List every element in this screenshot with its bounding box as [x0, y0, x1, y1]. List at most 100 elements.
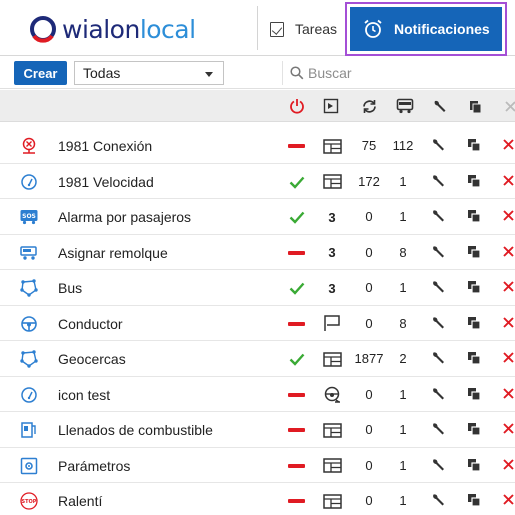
tab-tareas[interactable]: Tareas [270, 17, 337, 41]
edit-wrench-icon[interactable] [431, 209, 445, 223]
search-placeholder: Buscar [308, 65, 352, 81]
flag-icon [322, 315, 342, 333]
edit-wrench-icon[interactable] [431, 280, 445, 294]
delete-icon[interactable] [502, 280, 515, 294]
edit-wrench-icon[interactable] [431, 422, 445, 436]
delete-icon[interactable] [502, 458, 515, 472]
notification-row[interactable]: SOS Alarma por pasajeros 3 0 1 [0, 199, 515, 235]
refresh-icon[interactable] [360, 97, 378, 115]
notification-name[interactable]: Bus [58, 280, 82, 296]
delete-icon[interactable] [502, 138, 515, 152]
tab-notificaciones[interactable]: Notificaciones [345, 2, 507, 56]
copy-icon[interactable] [467, 174, 481, 188]
type-column-icon[interactable] [322, 97, 340, 115]
wrench-icon[interactable] [430, 97, 448, 115]
delete-all-icon[interactable] [501, 97, 515, 115]
disabled-dash-icon[interactable] [288, 386, 306, 404]
tab-notificaciones-active[interactable]: Notificaciones [350, 7, 502, 51]
type-count: 3 [328, 209, 336, 225]
filter-select[interactable]: Todas [74, 61, 224, 85]
disabled-dash-icon[interactable] [288, 492, 306, 510]
vehicle-icon[interactable] [396, 97, 414, 115]
delete-icon[interactable] [502, 493, 515, 507]
delete-icon[interactable] [502, 245, 515, 259]
copy-icon[interactable] [467, 138, 481, 152]
copy-icon[interactable] [467, 245, 481, 259]
notification-row[interactable]: Bus 3 0 1 [0, 270, 515, 306]
edit-wrench-icon[interactable] [431, 174, 445, 188]
delete-icon[interactable] [502, 174, 515, 188]
notification-row[interactable]: Asignar remolque 3 0 8 [0, 235, 515, 270]
delete-icon[interactable] [502, 316, 515, 330]
trigger-count: 0 [365, 244, 373, 260]
svg-text:STOP: STOP [22, 499, 37, 505]
enabled-check-icon[interactable] [288, 279, 306, 297]
notification-name[interactable]: Ralentí [58, 493, 102, 509]
speedometer-icon [20, 386, 38, 404]
copy-icon[interactable] [467, 387, 481, 401]
notification-name[interactable]: Alarma por pasajeros [58, 209, 191, 225]
copy-icon[interactable] [467, 422, 481, 436]
notification-name[interactable]: Parámetros [58, 458, 130, 474]
notification-row[interactable]: Geocercas 1877 2 [0, 341, 515, 377]
unit-count: 1 [399, 280, 407, 295]
copy-icon[interactable] [466, 97, 484, 115]
logo-text-wialon: wialon [62, 14, 140, 44]
notification-name[interactable]: Asignar remolque [58, 245, 168, 261]
trigger-count: 0 [365, 209, 373, 224]
search-input[interactable]: Buscar [282, 61, 515, 85]
copy-icon[interactable] [467, 280, 481, 294]
type-count: 3 [328, 280, 336, 296]
delete-icon[interactable] [502, 351, 515, 365]
unit-count: 1 [399, 386, 407, 402]
create-button[interactable]: Crear [14, 61, 67, 85]
enabled-check-icon[interactable] [288, 208, 306, 226]
steering-wheel-icon [20, 315, 38, 333]
disabled-dash-icon[interactable] [288, 137, 306, 155]
logo-text-local: local [139, 14, 196, 44]
notification-name[interactable]: Geocercas [58, 351, 126, 367]
enabled-check-icon[interactable] [288, 173, 306, 191]
notification-name[interactable]: 1981 Conexión [58, 138, 152, 154]
disabled-dash-icon[interactable] [288, 244, 306, 262]
delete-icon[interactable] [502, 387, 515, 401]
enabled-check-icon[interactable] [288, 350, 306, 368]
wialon-local-logo[interactable]: wialonlocal [28, 11, 196, 47]
edit-wrench-icon[interactable] [431, 493, 445, 507]
edit-wrench-icon[interactable] [431, 458, 445, 472]
notification-name[interactable]: icon test [58, 387, 110, 403]
checkbox-icon [270, 21, 284, 37]
chevron-down-icon [205, 72, 213, 77]
logo-ring-icon [30, 16, 56, 43]
copy-icon[interactable] [467, 316, 481, 330]
notification-name[interactable]: 1981 Velocidad [58, 174, 154, 190]
delete-icon[interactable] [502, 209, 515, 223]
notification-row[interactable]: Parámetros 0 1 [0, 448, 515, 483]
edit-wrench-icon[interactable] [431, 138, 445, 152]
notification-row[interactable]: 1981 Velocidad 172 1 [0, 164, 515, 199]
disabled-dash-icon[interactable] [288, 421, 306, 439]
notification-row[interactable]: 1981 Conexión 75 112 [0, 128, 515, 164]
sos-bus-icon: SOS [20, 208, 38, 226]
power-icon[interactable] [288, 97, 306, 115]
edit-wrench-icon[interactable] [431, 316, 445, 330]
copy-icon[interactable] [467, 493, 481, 507]
disabled-dash-icon[interactable] [288, 315, 306, 333]
disabled-dash-icon[interactable] [288, 457, 306, 475]
copy-icon[interactable] [467, 209, 481, 223]
edit-wrench-icon[interactable] [431, 245, 445, 259]
delete-icon[interactable] [502, 422, 515, 436]
copy-icon[interactable] [467, 458, 481, 472]
notification-row[interactable]: STOP Ralentí 0 1 [0, 483, 515, 515]
edit-wrench-icon[interactable] [431, 387, 445, 401]
edit-wrench-icon[interactable] [431, 351, 445, 365]
notification-name[interactable]: Llenados de combustible [58, 422, 213, 438]
notification-row[interactable]: icon test 0 1 [0, 377, 515, 412]
unit-count: 1 [399, 209, 407, 224]
copy-icon[interactable] [467, 351, 481, 365]
notification-row[interactable]: Llenados de combustible 0 1 [0, 412, 515, 448]
notification-row[interactable]: Conductor 0 8 [0, 306, 515, 341]
unit-count: 1 [399, 493, 407, 508]
notification-name[interactable]: Conductor [58, 316, 123, 332]
type-count: 3 [328, 245, 336, 260]
